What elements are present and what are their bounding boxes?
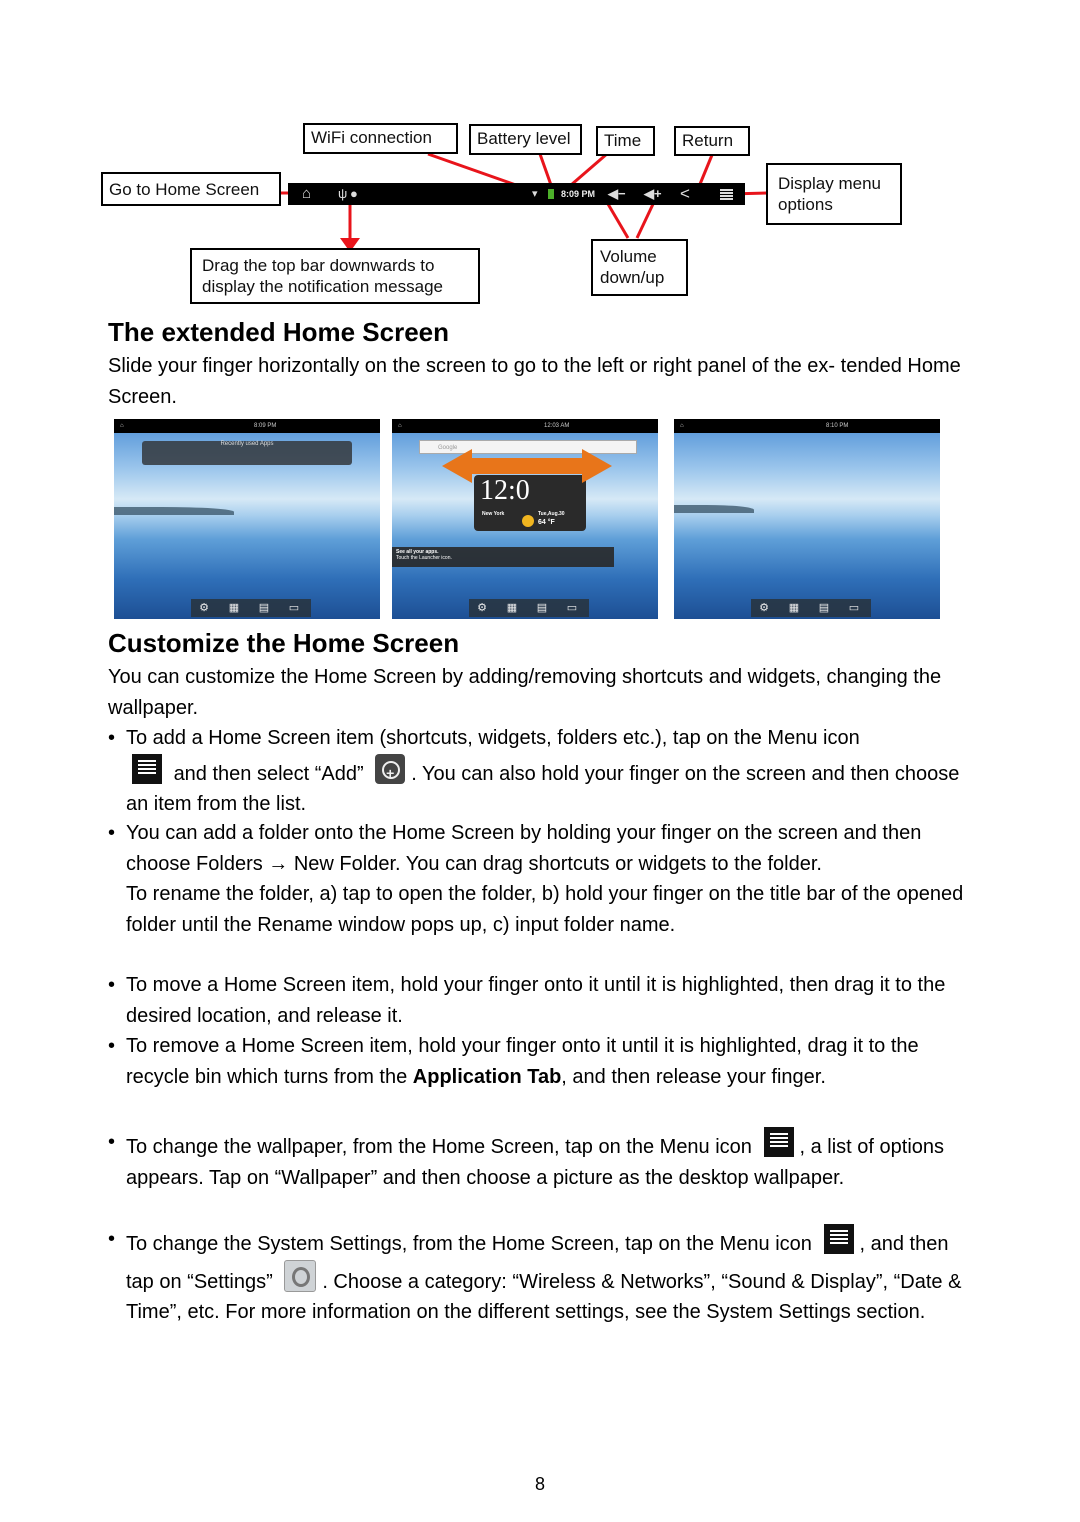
callout-lines: [280, 151, 769, 252]
callout-menu: Display menu options: [766, 163, 902, 225]
bullet-wallpaper: • To change the wallpaper, from the Home…: [108, 1127, 978, 1193]
home-icon: ⌂: [302, 185, 312, 202]
bullet-add-folder: • You can add a folder onto the Home Scr…: [108, 822, 964, 936]
wifi-icon: ▾: [532, 188, 538, 200]
callout-home: Go to Home Screen: [101, 172, 281, 206]
extended-text: Slide your finger horizontally on the sc…: [108, 355, 961, 408]
screenshot-left-panel: ⌂ 8:09 PM Recently used Apps ⚙ ▦ ▤ ▭: [114, 419, 380, 619]
menu-icon: [763, 1127, 794, 1157]
callout-wifi: WiFi connection: [303, 123, 458, 154]
callout-volume: Volume down/up: [591, 239, 688, 296]
recent-apps-panel: Recently used Apps: [142, 441, 352, 465]
dock: ⚙ ▦ ▤ ▭: [191, 599, 311, 617]
launcher-hint: See all your apps. Touch the Launcher ico…: [392, 547, 614, 567]
bullet-remove-item: • To remove a Home Screen item, hold you…: [108, 1035, 919, 1088]
callout-return: Return: [674, 126, 750, 156]
heading-extended: The extended Home Screen: [108, 317, 449, 347]
menu-icon: [823, 1224, 854, 1254]
callout-time: Time: [596, 126, 655, 156]
menu-icon: [720, 189, 733, 191]
heading-customize: Customize the Home Screen: [108, 628, 460, 658]
volume-down-icon: ◀−: [608, 186, 626, 201]
bullet-system-settings: • To change the System Settings, from th…: [108, 1224, 978, 1328]
status-bar: ⌂ ψ ● ▾ 8:09 PM ◀− ◀+ <: [288, 183, 745, 205]
screenshot-right-panel: ⌂ 8:10 PM ⚙ ▦ ▤ ▭: [674, 419, 940, 619]
bullet-add-item: • To add a Home Screen item (shortcuts, …: [108, 723, 978, 820]
customize-intro: You can customize the Home Screen by add…: [108, 666, 942, 719]
clock-widget: 12:0 New York Tue,Aug.30 64 °F: [474, 475, 586, 531]
usb-icon: ψ: [338, 186, 348, 201]
menu-icon: [132, 753, 162, 784]
bullet-move-item: • To move a Home Screen item, hold your …: [108, 974, 946, 1027]
settings-icon: [284, 1259, 317, 1292]
callout-battery: Battery level: [469, 124, 582, 155]
android-icon: ●: [350, 186, 358, 201]
screenshot-center-panel: ⌂ 12:03 AM Google 12:0 New York Tue,Aug.3…: [392, 419, 658, 619]
callout-drag: Drag the top bar downwards to display th…: [190, 248, 480, 304]
battery-icon: [548, 189, 554, 199]
status-time: 8:09 PM: [561, 189, 596, 199]
page-number: 8: [534, 1474, 545, 1494]
volume-up-icon: ◀+: [644, 186, 662, 201]
swipe-arrow: [442, 449, 612, 483]
dock: ⚙ ▦ ▤ ▭: [751, 599, 871, 617]
back-icon: <: [680, 184, 690, 203]
add-icon: [375, 753, 406, 788]
dock: ⚙ ▦ ▤ ▭: [469, 599, 589, 617]
